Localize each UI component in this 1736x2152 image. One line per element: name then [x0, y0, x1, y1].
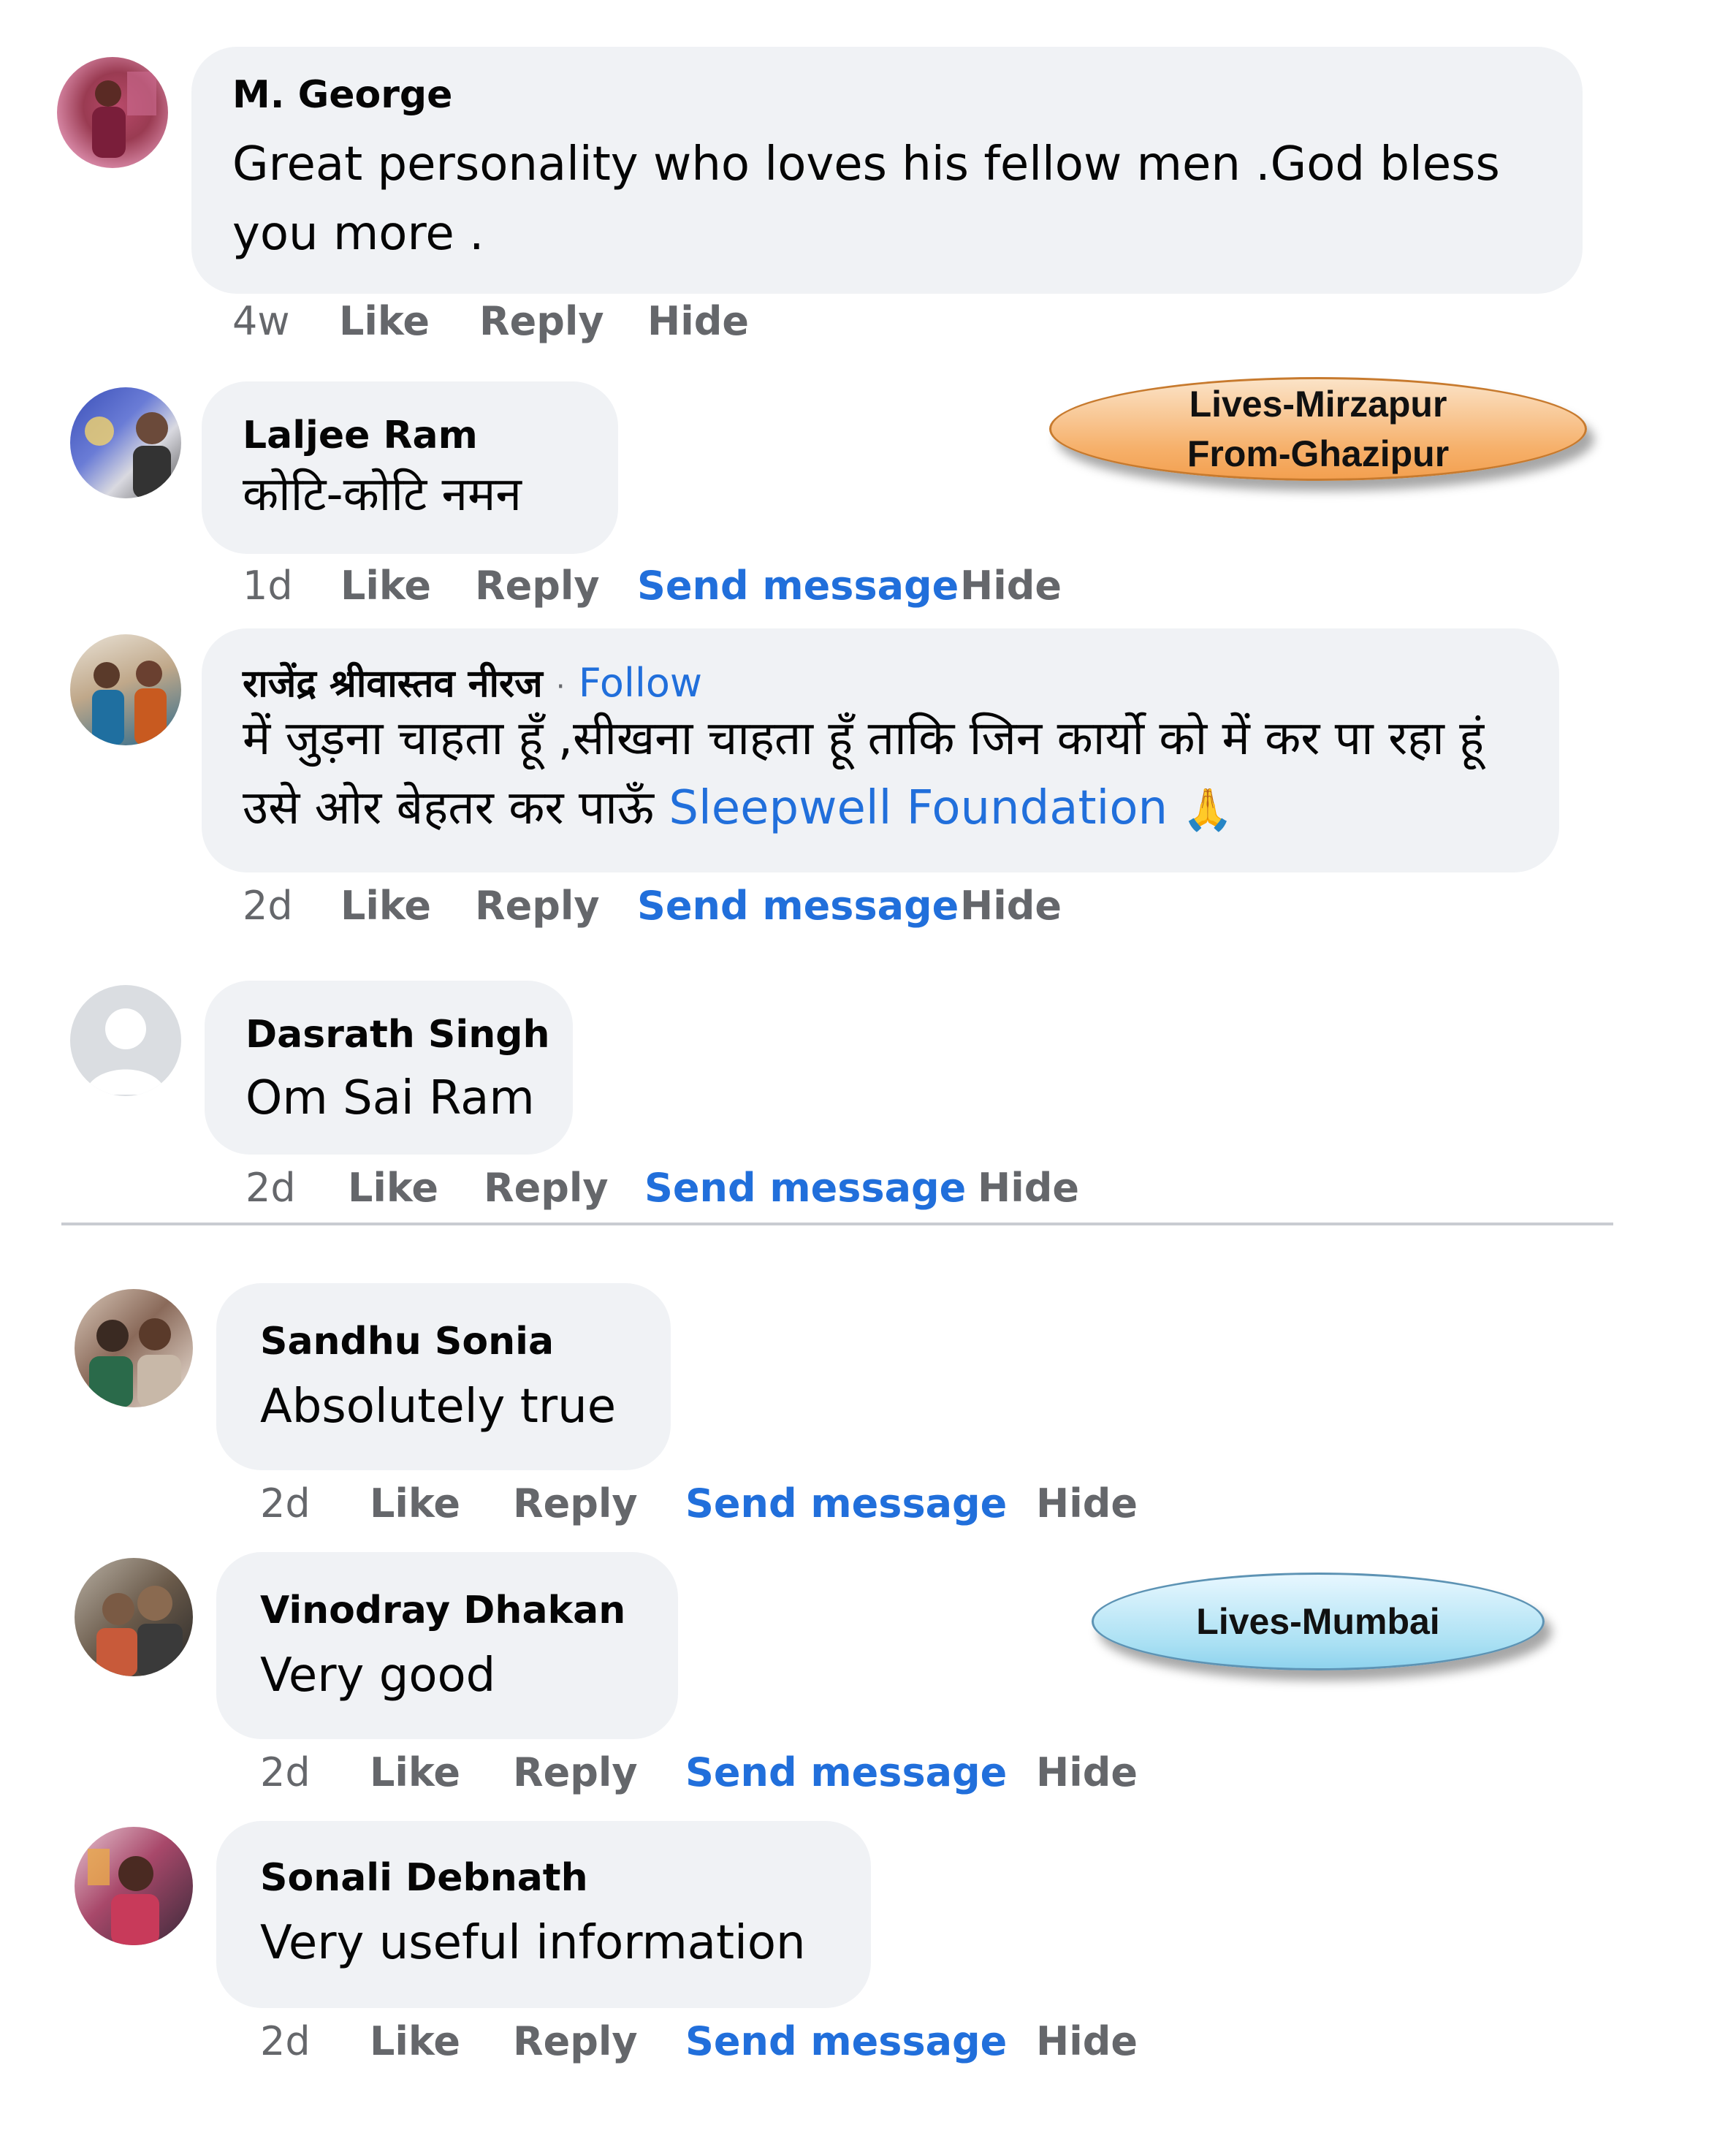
comment-text: में जुड़ना चाहता हूँ ,सीखना चाहता हूँ ता… [243, 704, 1528, 845]
separator-dot: · [555, 670, 566, 704]
comment-header: राजेंद्र श्रीवास्तव नीरज · Follow [243, 656, 702, 708]
comment-timestamp[interactable]: 1d [243, 563, 293, 609]
follow-button[interactable]: Follow [579, 660, 702, 706]
comment-text: Great personality who loves his fellow m… [232, 137, 1500, 261]
comment-timestamp[interactable]: 2d [260, 1749, 311, 1795]
comment-author[interactable]: राजेंद्र श्रीवास्तव नीरज [243, 662, 543, 706]
comment-text: Very good [260, 1649, 496, 1703]
comment-author[interactable]: Vinodray Dhakan [260, 1589, 625, 1632]
like-button[interactable]: Like [339, 298, 430, 344]
location-callout: Lives-Mumbai [1092, 1573, 1545, 1670]
avatar[interactable] [75, 1827, 193, 1945]
hide-button[interactable]: Hide [960, 563, 1062, 609]
like-button[interactable]: Like [370, 1749, 460, 1795]
send-message-button[interactable]: Send message [637, 883, 959, 929]
avatar[interactable] [75, 1289, 193, 1407]
reply-button[interactable]: Reply [484, 1165, 609, 1211]
send-message-button[interactable]: Send message [637, 563, 959, 609]
comment-text: Absolutely true [260, 1380, 617, 1434]
comment-timestamp[interactable]: 2d [243, 883, 293, 929]
profile-photo-icon [85, 412, 171, 498]
callout-line: Lives-Mumbai [1196, 1601, 1440, 1642]
reply-button[interactable]: Reply [475, 563, 600, 609]
section-divider [61, 1223, 1613, 1225]
comment-author[interactable]: M. George [232, 73, 452, 117]
hide-button[interactable]: Hide [647, 298, 749, 344]
profile-photo-icon [92, 72, 156, 158]
reply-button[interactable]: Reply [513, 1480, 638, 1526]
like-button[interactable]: Like [340, 563, 431, 609]
reply-button[interactable]: Reply [513, 2018, 638, 2064]
comment-author[interactable]: Sonali Debnath [260, 1856, 588, 1900]
avatar[interactable] [57, 57, 168, 168]
comment-author[interactable]: Sandhu Sonia [260, 1320, 554, 1364]
hide-button[interactable]: Hide [960, 883, 1062, 929]
callout-line: Lives-Mirzapur [1189, 384, 1447, 425]
reply-button[interactable]: Reply [479, 298, 604, 344]
send-message-button[interactable]: Send message [685, 1749, 1007, 1795]
comment-timestamp[interactable]: 2d [245, 1165, 296, 1211]
comment-text: Very useful information [260, 1916, 806, 1970]
like-button[interactable]: Like [348, 1165, 438, 1211]
hide-button[interactable]: Hide [978, 1165, 1079, 1211]
reply-button[interactable]: Reply [475, 883, 600, 929]
avatar[interactable] [70, 387, 181, 498]
avatar[interactable] [70, 634, 181, 745]
profile-photo-icon [96, 1586, 183, 1676]
folded-hands-emoji: 🙏 [1182, 786, 1234, 834]
profile-photo-icon [88, 1849, 159, 1945]
like-button[interactable]: Like [370, 1480, 460, 1526]
comment-timestamp[interactable]: 2d [260, 2018, 311, 2064]
location-callout: Lives-Mirzapur From-Ghazipur [1049, 377, 1587, 481]
send-message-button[interactable]: Send message [685, 1480, 1007, 1526]
profile-photo-icon [92, 661, 167, 745]
comment-text: कोटि-कोटि नमन [243, 468, 522, 522]
comment-timestamp[interactable]: 2d [260, 1480, 311, 1526]
hide-button[interactable]: Hide [1036, 1480, 1138, 1526]
callout-line: From-Ghazipur [1187, 433, 1450, 474]
comment-author[interactable]: Dasrath Singh [245, 1013, 549, 1057]
avatar[interactable] [75, 1558, 193, 1676]
hide-button[interactable]: Hide [1036, 2018, 1138, 2064]
like-button[interactable]: Like [340, 883, 431, 929]
like-button[interactable]: Like [370, 2018, 460, 2064]
send-message-button[interactable]: Send message [685, 2018, 1007, 2064]
avatar[interactable] [70, 985, 181, 1096]
comment-timestamp[interactable]: 4w [232, 298, 290, 344]
comment-author[interactable]: Laljee Ram [243, 414, 478, 457]
reply-button[interactable]: Reply [513, 1749, 638, 1795]
profile-photo-icon [89, 1318, 181, 1407]
send-message-button[interactable]: Send message [644, 1165, 966, 1211]
default-profile-icon [85, 1008, 167, 1095]
tagged-page-link[interactable]: Sleepwell Foundation [669, 781, 1168, 835]
comment-text: Om Sai Ram [245, 1071, 535, 1125]
hide-button[interactable]: Hide [1036, 1749, 1138, 1795]
